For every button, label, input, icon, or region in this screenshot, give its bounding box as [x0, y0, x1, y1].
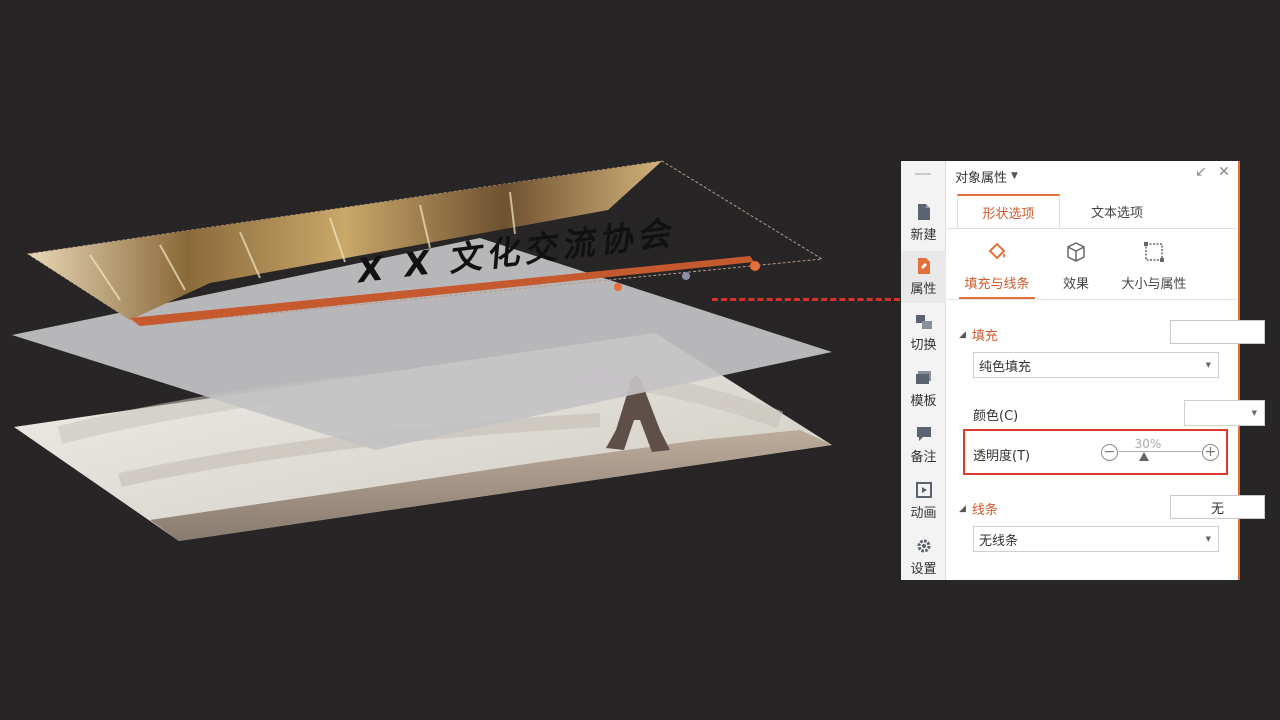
color-label: 颜色(C): [973, 409, 1019, 424]
sidebar-item-label: 动画: [910, 506, 937, 521]
tabs-divider: [947, 228, 1237, 229]
collapse-triangle-icon: ◢: [959, 503, 966, 514]
object-properties-panel: 新建 属性 切换 模板 备注 动画 设置 对象属性 ▼ ↙ ✕ 形状选项 文本选…: [901, 161, 1265, 580]
line-none-button[interactable]: 无: [1170, 495, 1265, 519]
subtabs-divider: [947, 299, 1237, 300]
tab-shape-options[interactable]: 形状选项: [957, 194, 1060, 229]
new-document-icon: [917, 204, 930, 220]
note-icon: [916, 427, 931, 441]
properties-icon: [917, 258, 930, 274]
fill-preview-box[interactable]: [1170, 320, 1265, 344]
sidebar-item-label: 模板: [910, 394, 937, 409]
sidebar-item-notes[interactable]: 备注: [901, 419, 946, 471]
sidebar-item-properties[interactable]: 属性: [901, 251, 946, 303]
paint-bucket-icon: [988, 242, 1006, 260]
dock-icon[interactable]: ↙: [1192, 164, 1210, 180]
subtab-fill-and-line[interactable]: 填充与线条: [953, 241, 1041, 299]
subtab-label: 效果: [1062, 277, 1089, 292]
tab-text-options[interactable]: 文本选项: [1067, 194, 1167, 229]
line-type-value: 无线条: [979, 533, 1019, 549]
subtab-size-and-properties[interactable]: 大小与属性: [1110, 241, 1198, 299]
sidebar-item-settings[interactable]: 设置: [901, 531, 946, 583]
sidebar-item-transition[interactable]: 切换: [901, 307, 946, 359]
layer-stack-svg: [12, 160, 832, 541]
chevron-down-icon: ▼: [1251, 409, 1257, 417]
sidebar-grip[interactable]: [915, 173, 931, 175]
sidebar-item-animation[interactable]: 动画: [901, 475, 946, 527]
fill-section-header[interactable]: ◢ 填充: [959, 325, 998, 344]
panel-title-menu[interactable]: 对象属性 ▼: [955, 165, 1018, 187]
sidebar-item-label: 新建: [910, 228, 937, 243]
collapse-triangle-icon: ◢: [959, 329, 966, 340]
sidebar-item-label: 切换: [910, 338, 937, 353]
transparency-decrease-button[interactable]: −: [1101, 444, 1118, 461]
sidebar-item-template[interactable]: 模板: [901, 363, 946, 415]
subtab-effects[interactable]: 效果: [1032, 241, 1120, 299]
transition-icon: [915, 315, 932, 329]
line-section-header[interactable]: ◢ 线条: [959, 499, 998, 518]
transparency-slider-thumb[interactable]: [1138, 452, 1149, 461]
task-pane-sidebar: 新建 属性 切换 模板 备注 动画 设置: [901, 161, 946, 580]
gear-icon: [917, 539, 930, 553]
fill-type-value: 纯色填充: [979, 359, 1032, 375]
panel-content: 对象属性 ▼ ↙ ✕ 形状选项 文本选项 填充与线条 效果 大小与属性 ◢ 填充…: [947, 161, 1265, 580]
subtab-label: 大小与属性: [1121, 277, 1187, 292]
sidebar-item-new[interactable]: 新建: [901, 197, 946, 249]
size-frame-icon: [1144, 242, 1164, 262]
layered-slide-illustration: [0, 0, 900, 720]
transparency-slider-track[interactable]: [1119, 451, 1201, 452]
color-dropdown[interactable]: ▼: [1184, 400, 1265, 426]
close-icon[interactable]: ✕: [1215, 164, 1233, 180]
subtab-label: 填充与线条: [964, 277, 1030, 292]
cube-icon: [1067, 242, 1085, 262]
chevron-down-icon: ▼: [1011, 171, 1018, 181]
connector-dashed-line: [712, 298, 900, 301]
sidebar-item-label: 设置: [910, 562, 937, 577]
transparency-label: 透明度(T): [973, 449, 1031, 464]
line-type-select[interactable]: 无线条 ▼: [973, 526, 1219, 552]
fill-section-title: 填充: [971, 329, 998, 344]
sidebar-item-label: 属性: [910, 282, 937, 297]
chevron-down-icon: ▼: [1205, 535, 1211, 543]
template-icon: [915, 371, 931, 384]
animation-icon: [915, 482, 932, 498]
transparency-increase-button[interactable]: +: [1202, 444, 1219, 461]
sidebar-item-label: 备注: [910, 450, 937, 465]
chevron-down-icon: ▼: [1205, 361, 1211, 369]
fill-type-select[interactable]: 纯色填充 ▼: [973, 352, 1219, 378]
panel-title: 对象属性: [955, 170, 1008, 186]
line-section-title: 线条: [971, 503, 998, 518]
transparency-value: 30%: [1134, 437, 1162, 451]
